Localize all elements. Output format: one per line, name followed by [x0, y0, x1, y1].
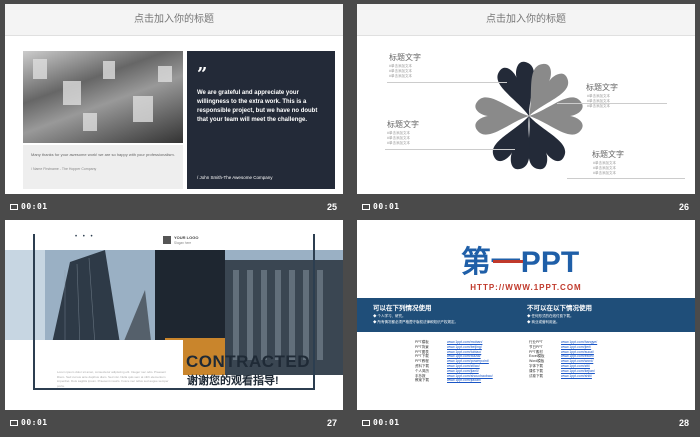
label-text-1: #单击添加文本 #单击添加文本 #单击添加文本 [389, 64, 412, 78]
connector-line [385, 149, 515, 150]
slide-title: 点击加入你的标题 [357, 4, 695, 36]
cannot-use-title: 不可以在以下情况使用 [527, 305, 592, 312]
label-title-1: 标题文字 [389, 53, 421, 62]
slide-timing: 00:01 [10, 202, 48, 211]
connector-line [557, 103, 667, 104]
label-text-3: #单击添加文本 #单击添加文本 #单击添加文本 [587, 94, 610, 108]
label-text-2: #单击添加文本 #单击添加文本 #单击添加文本 [387, 131, 410, 145]
slide-canvas: 点击加入你的标题 标题文字 #单击添加文本 #单击添加文本 #单击添加文本 标题文字… [357, 4, 695, 194]
quote-text: We are grateful and appreciate your will… [197, 90, 318, 123]
quote-author: / John Smith-The Awesome Company [197, 175, 273, 180]
label-title-3: 标题文字 [586, 83, 618, 92]
transition-icon [10, 203, 18, 210]
slide-number: 27 [326, 418, 337, 428]
connector-line [387, 82, 507, 83]
city-aerial-image [23, 51, 183, 143]
website-url[interactable]: HTTP://WWW.1PPT.COM [357, 283, 695, 292]
slide-footer: 00:01 28 [357, 413, 695, 433]
slide-footer: 00:01 26 [357, 197, 695, 217]
testimonial-box: Many thanks for your awesome work! we ar… [23, 145, 183, 189]
slide-canvas: 第一PPT HTTP://WWW.1PPT.COM 可以在下列情况使用 ◆ 个人… [357, 220, 695, 410]
slide-footer: 00:01 27 [5, 413, 343, 433]
slide-number: 26 [678, 202, 689, 212]
can-use-item: ◆ 所有情况都必须严格遵守版权法律和知识产权规定。 [373, 320, 458, 324]
transition-icon [362, 419, 370, 426]
slide-number: 28 [678, 418, 689, 428]
slide-timing: 00:01 [362, 202, 400, 211]
transition-icon [362, 203, 370, 210]
cover-title: CONTRACTED [186, 352, 310, 371]
list-item: 试卷下载 www.1ppt.com/shiti/ [529, 373, 592, 378]
clover-diagram [475, 61, 583, 170]
quote-mark: ” [197, 64, 208, 85]
logo-title: YOUR LOGO [174, 235, 199, 240]
cannot-use-item: ◆ 商业或营利用途。 [527, 320, 560, 324]
cover-subtitle: 谢谢您的观看指导! [187, 375, 279, 387]
transition-icon [10, 419, 18, 426]
label-title-4: 标题文字 [592, 150, 624, 159]
label-title-2: 标题文字 [387, 120, 419, 129]
connector-line [567, 178, 685, 179]
logo: YOUR LOGO Slogan here [163, 235, 203, 249]
slide-canvas: • • • YOUR LOGO Slogan here Lorem ipsum … [5, 220, 343, 410]
slide-title: 点击加入你的标题 [5, 4, 343, 36]
slide-timing: 00:01 [10, 418, 48, 427]
list-item: 教案下载 www.1ppt.com/jiaoan/ [415, 378, 482, 383]
slide-footer: 00:01 25 [5, 197, 343, 217]
testimonial-author: / Name Firstname - The Hopper Company [31, 167, 97, 171]
testimonial-text: Many thanks for your awesome work! we ar… [31, 152, 175, 157]
logo-mark [163, 236, 171, 244]
links-left: PPT模板 www.1ppt.com/moban/ PPT背景 www.1ppt.c… [415, 340, 493, 383]
can-use-title: 可以在下列情况使用 [373, 305, 432, 312]
logo-slogan: Slogan here [174, 241, 192, 245]
label-text-4: #单击添加文本 #单击添加文本 #单击添加文本 [593, 161, 616, 175]
quote-panel: ” We are grateful and appreciate your wi… [187, 51, 335, 189]
body-paragraph: Lorem ipsum dolor sit amet, consectetur … [57, 370, 169, 388]
slide-number: 25 [326, 202, 337, 212]
slide-canvas: 点击加入你的标题 Many thanks for your awesome wo… [5, 4, 343, 194]
slide-timing: 00:01 [362, 418, 400, 427]
links-right: 行业PPT www.1ppt.com/hangye/ 节日PPT www.1ppt.… [529, 340, 597, 378]
brand-logo: 第一PPT [461, 245, 579, 279]
decorative-dots: • • • [75, 234, 95, 240]
usage-band: 可以在下列情况使用 ◆ 个人学习、研究。 ◆ 所有情况都必须严格遵守版权法律和知… [357, 298, 695, 332]
